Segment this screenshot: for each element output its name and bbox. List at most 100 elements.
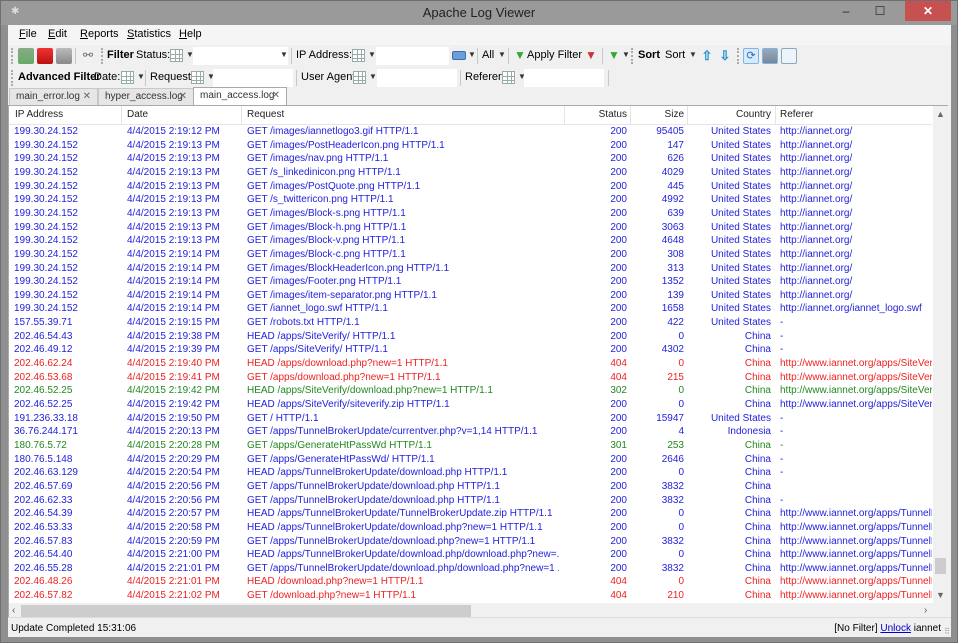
- table-row[interactable]: 180.76.5.72 4/4/2015 2:20:28 PM GET /apps/…: [9, 440, 932, 454]
- table-row[interactable]: 202.46.49.12 4/4/2015 2:19:39 PM GET /apps…: [9, 344, 932, 358]
- column-divider[interactable]: [687, 106, 688, 125]
- ip-operator-icon[interactable]: [352, 49, 365, 62]
- table-row[interactable]: 202.46.53.68 4/4/2015 2:19:41 PM GET /apps…: [9, 372, 932, 386]
- table-row[interactable]: 199.30.24.152 4/4/2015 2:19:13 PM GET /ima…: [9, 153, 932, 167]
- table-row[interactable]: 202.46.62.33 4/4/2015 2:20:56 PM GET /apps…: [9, 495, 932, 509]
- table-row[interactable]: 202.46.54.39 4/4/2015 2:20:57 PM HEAD /app…: [9, 508, 932, 522]
- referer-input[interactable]: [524, 69, 604, 87]
- table-row[interactable]: 202.46.48.26 4/4/2015 2:21:01 PM HEAD /dow…: [9, 576, 932, 590]
- open-remote-log-icon[interactable]: [37, 48, 53, 64]
- table-row[interactable]: 199.30.24.152 4/4/2015 2:19:14 PM GET /ima…: [9, 263, 932, 277]
- reload-file-icon[interactable]: [781, 48, 797, 64]
- table-row[interactable]: 199.30.24.152 4/4/2015 2:19:14 PM GET /ima…: [9, 290, 932, 304]
- menu-help[interactable]: Help: [179, 28, 202, 40]
- table-row[interactable]: 199.30.24.152 4/4/2015 2:19:13 PM GET /ima…: [9, 181, 932, 195]
- saved-filters-icon[interactable]: ▼: [606, 48, 622, 64]
- chevron-down-icon[interactable]: ▼: [137, 72, 145, 81]
- unlock-link[interactable]: Unlock: [880, 623, 911, 634]
- toolbar-grip[interactable]: [11, 48, 13, 64]
- chevron-down-icon[interactable]: ▼: [369, 72, 377, 81]
- status-operator-icon[interactable]: [170, 49, 183, 62]
- find-icon[interactable]: ⚯: [80, 48, 96, 64]
- table-row[interactable]: 202.46.57.82 4/4/2015 2:21:02 PM GET /down…: [9, 590, 932, 603]
- request-input[interactable]: [213, 69, 293, 87]
- properties-icon[interactable]: [56, 48, 72, 64]
- open-log-icon[interactable]: [18, 48, 34, 64]
- tab-main-access-log[interactable]: main_access.log ✕: [193, 87, 287, 105]
- close-tab-icon[interactable]: ✕: [179, 91, 187, 102]
- date-operator-icon[interactable]: [121, 71, 134, 84]
- minimize-button[interactable]: –: [833, 1, 859, 21]
- toolbar-grip[interactable]: [631, 48, 633, 64]
- column-header-request[interactable]: Request: [247, 109, 284, 120]
- table-row[interactable]: 36.76.244.171 4/4/2015 2:20:13 PM GET /app…: [9, 426, 932, 440]
- table-row[interactable]: 199.30.24.152 4/4/2015 2:19:14 PM GET /ian…: [9, 303, 932, 317]
- menu-statistics[interactable]: Statistics: [127, 28, 171, 40]
- menu-reports[interactable]: Reports: [80, 28, 119, 40]
- table-row[interactable]: 199.30.24.152 4/4/2015 2:19:14 PM GET /ima…: [9, 276, 932, 290]
- scroll-left-icon[interactable]: ‹: [12, 605, 15, 616]
- table-row[interactable]: 199.30.24.152 4/4/2015 2:19:13 PM GET /ima…: [9, 140, 932, 154]
- table-row[interactable]: 157.55.39.71 4/4/2015 2:19:15 PM GET /robo…: [9, 317, 932, 331]
- user-agent-operator-icon[interactable]: [353, 71, 366, 84]
- column-header-size[interactable]: Size: [629, 109, 684, 120]
- close-tab-icon[interactable]: ✕: [83, 91, 91, 102]
- status-select[interactable]: [193, 47, 288, 65]
- horizontal-scroll-thumb[interactable]: [21, 605, 471, 617]
- column-header-referer[interactable]: Referer: [780, 109, 813, 120]
- toolbar-grip[interactable]: [101, 48, 103, 64]
- referer-operator-icon[interactable]: [502, 71, 515, 84]
- column-divider[interactable]: [121, 106, 122, 125]
- sort-ascending-icon[interactable]: ⇧: [699, 48, 715, 64]
- scroll-up-icon[interactable]: ▲: [933, 109, 948, 119]
- tab-main-error-log[interactable]: main_error.log ✕: [9, 88, 98, 105]
- scroll-right-icon[interactable]: ›: [924, 605, 927, 616]
- chevron-down-icon[interactable]: ▼: [368, 50, 376, 59]
- auto-refresh-icon[interactable]: ⟳: [743, 48, 759, 64]
- chevron-down-icon[interactable]: ▼: [689, 50, 697, 59]
- vertical-scrollbar[interactable]: ▲ ▼: [933, 106, 948, 603]
- table-row[interactable]: 202.46.54.40 4/4/2015 2:21:00 PM HEAD /app…: [9, 549, 932, 563]
- menu-edit[interactable]: Edit: [48, 28, 67, 40]
- column-divider[interactable]: [775, 106, 776, 125]
- table-row[interactable]: 202.46.63.129 4/4/2015 2:20:54 PM HEAD /ap…: [9, 467, 932, 481]
- close-tab-icon[interactable]: ✕: [272, 90, 280, 101]
- clear-filter-icon[interactable]: ▼: [583, 48, 599, 64]
- table-row[interactable]: 202.46.52.25 4/4/2015 2:19:42 PM HEAD /app…: [9, 385, 932, 399]
- scroll-down-icon[interactable]: ▼: [933, 590, 948, 600]
- table-row[interactable]: 202.46.57.83 4/4/2015 2:20:59 PM GET /apps…: [9, 536, 932, 550]
- table-row[interactable]: 202.46.57.69 4/4/2015 2:20:56 PM GET /apps…: [9, 481, 932, 495]
- sort-descending-icon[interactable]: ⇩: [717, 48, 733, 64]
- menu-file[interactable]: File: [19, 28, 37, 40]
- table-row[interactable]: 199.30.24.152 4/4/2015 2:19:13 PM GET /ima…: [9, 235, 932, 249]
- ip-range-icon[interactable]: [452, 51, 466, 60]
- column-header-status[interactable]: Status: [569, 109, 627, 120]
- toolbar-grip[interactable]: [737, 48, 739, 64]
- column-header-ip[interactable]: IP Address: [15, 109, 63, 120]
- table-row[interactable]: 199.30.24.152 4/4/2015 2:19:13 PM GET /s_l…: [9, 167, 932, 181]
- status-dropdown-chevron-icon[interactable]: ▼: [280, 50, 288, 59]
- tab-hyper-access-log[interactable]: hyper_access.log ✕: [98, 88, 194, 105]
- column-divider[interactable]: [241, 106, 242, 125]
- apply-filter-button[interactable]: Apply Filter: [527, 49, 582, 61]
- sort-select[interactable]: Sort: [665, 49, 685, 61]
- column-header-country[interactable]: Country: [689, 109, 771, 120]
- vertical-scroll-thumb[interactable]: [935, 558, 946, 574]
- chevron-down-icon[interactable]: ▼: [622, 50, 630, 59]
- column-divider[interactable]: [564, 106, 565, 125]
- chevron-down-icon[interactable]: ▼: [468, 50, 476, 59]
- table-row[interactable]: 191.236.33.18 4/4/2015 2:19:50 PM GET / HT…: [9, 413, 932, 427]
- table-row[interactable]: 202.46.52.25 4/4/2015 2:19:42 PM HEAD /app…: [9, 399, 932, 413]
- country-select[interactable]: All: [482, 49, 494, 61]
- close-button[interactable]: ✕: [905, 1, 951, 21]
- table-row[interactable]: 199.30.24.152 4/4/2015 2:19:14 PM GET /ima…: [9, 249, 932, 263]
- maximize-button[interactable]: ☐: [867, 1, 893, 21]
- table-row[interactable]: 202.46.62.24 4/4/2015 2:19:40 PM HEAD /app…: [9, 358, 932, 372]
- request-operator-icon[interactable]: [191, 71, 204, 84]
- user-agent-input[interactable]: [377, 69, 457, 87]
- chevron-down-icon[interactable]: ▼: [498, 50, 506, 59]
- toolbar-grip[interactable]: [11, 70, 13, 86]
- monitor-icon[interactable]: [762, 48, 778, 64]
- table-row[interactable]: 202.46.55.28 4/4/2015 2:21:01 PM GET /apps…: [9, 563, 932, 577]
- column-header-date[interactable]: Date: [127, 109, 148, 120]
